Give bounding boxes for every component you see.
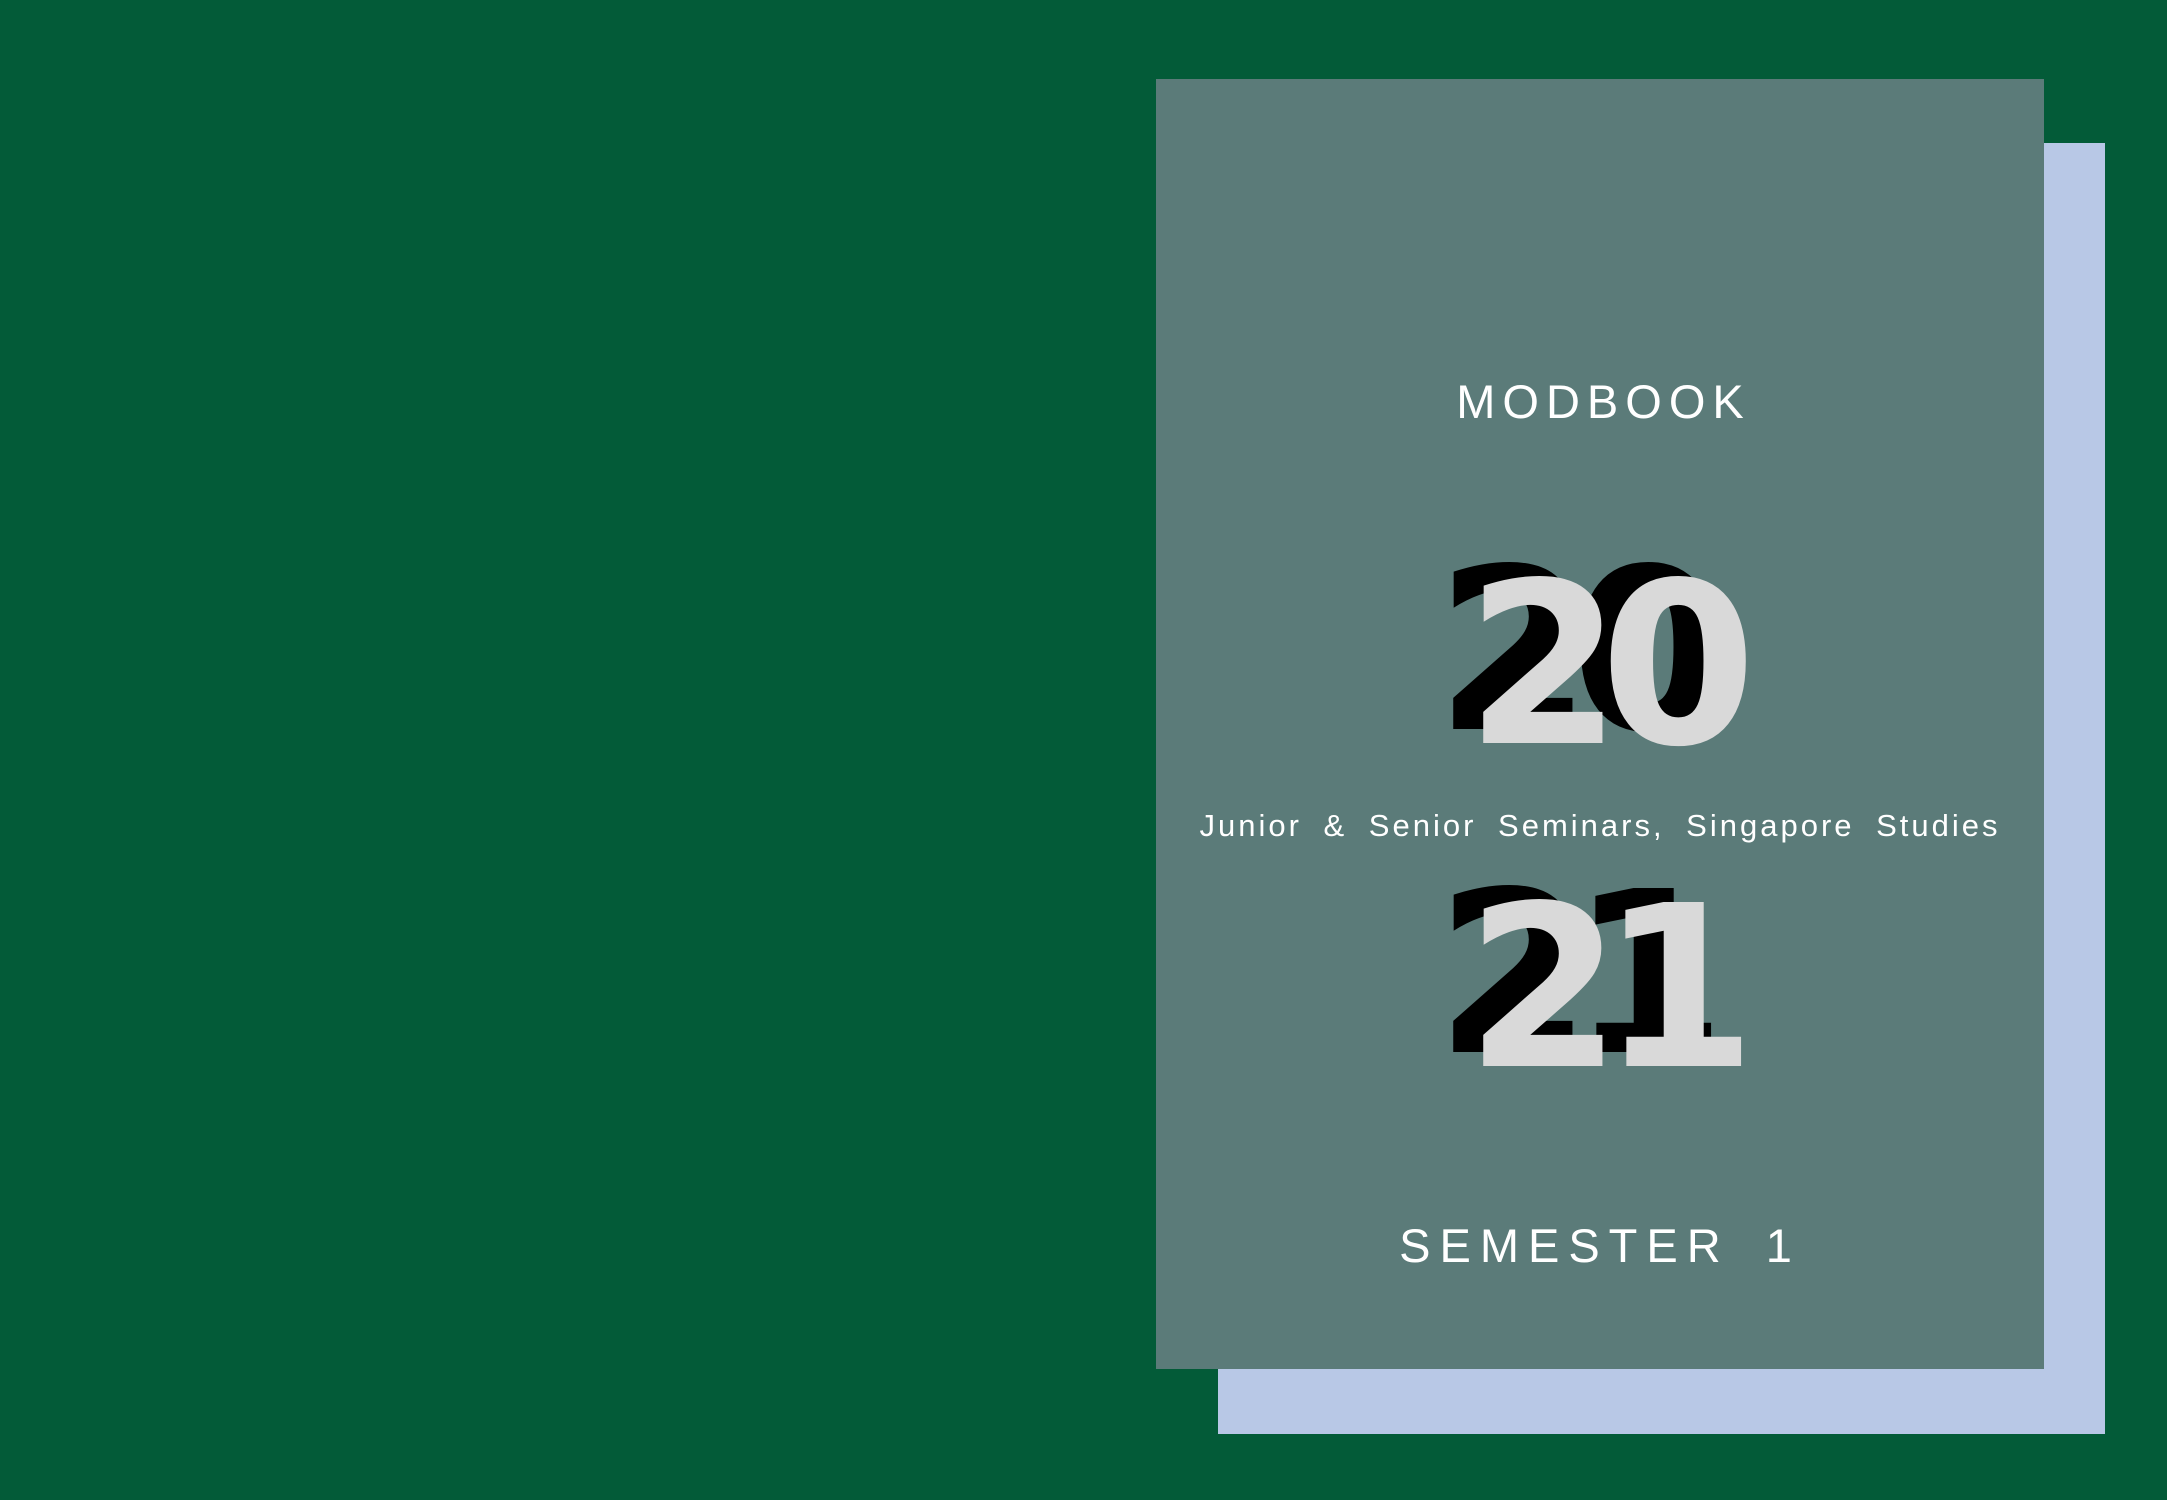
cover-subtitle: Junior & Senior Seminars, Singapore Stud… bbox=[1199, 808, 2001, 843]
cover-title: MODBOOK bbox=[1456, 375, 1751, 428]
year-top: 20 20 bbox=[1156, 540, 2044, 779]
semester-label: SEMESTER 1 bbox=[1399, 1219, 1801, 1272]
year-bottom-text: 21 bbox=[1465, 858, 1756, 1120]
year-bottom: 21 21 bbox=[1156, 863, 2044, 1102]
cover-card: MODBOOK 20 20 Junior & Senior Seminars, … bbox=[1156, 79, 2044, 1369]
year-top-text: 20 bbox=[1465, 535, 1756, 797]
